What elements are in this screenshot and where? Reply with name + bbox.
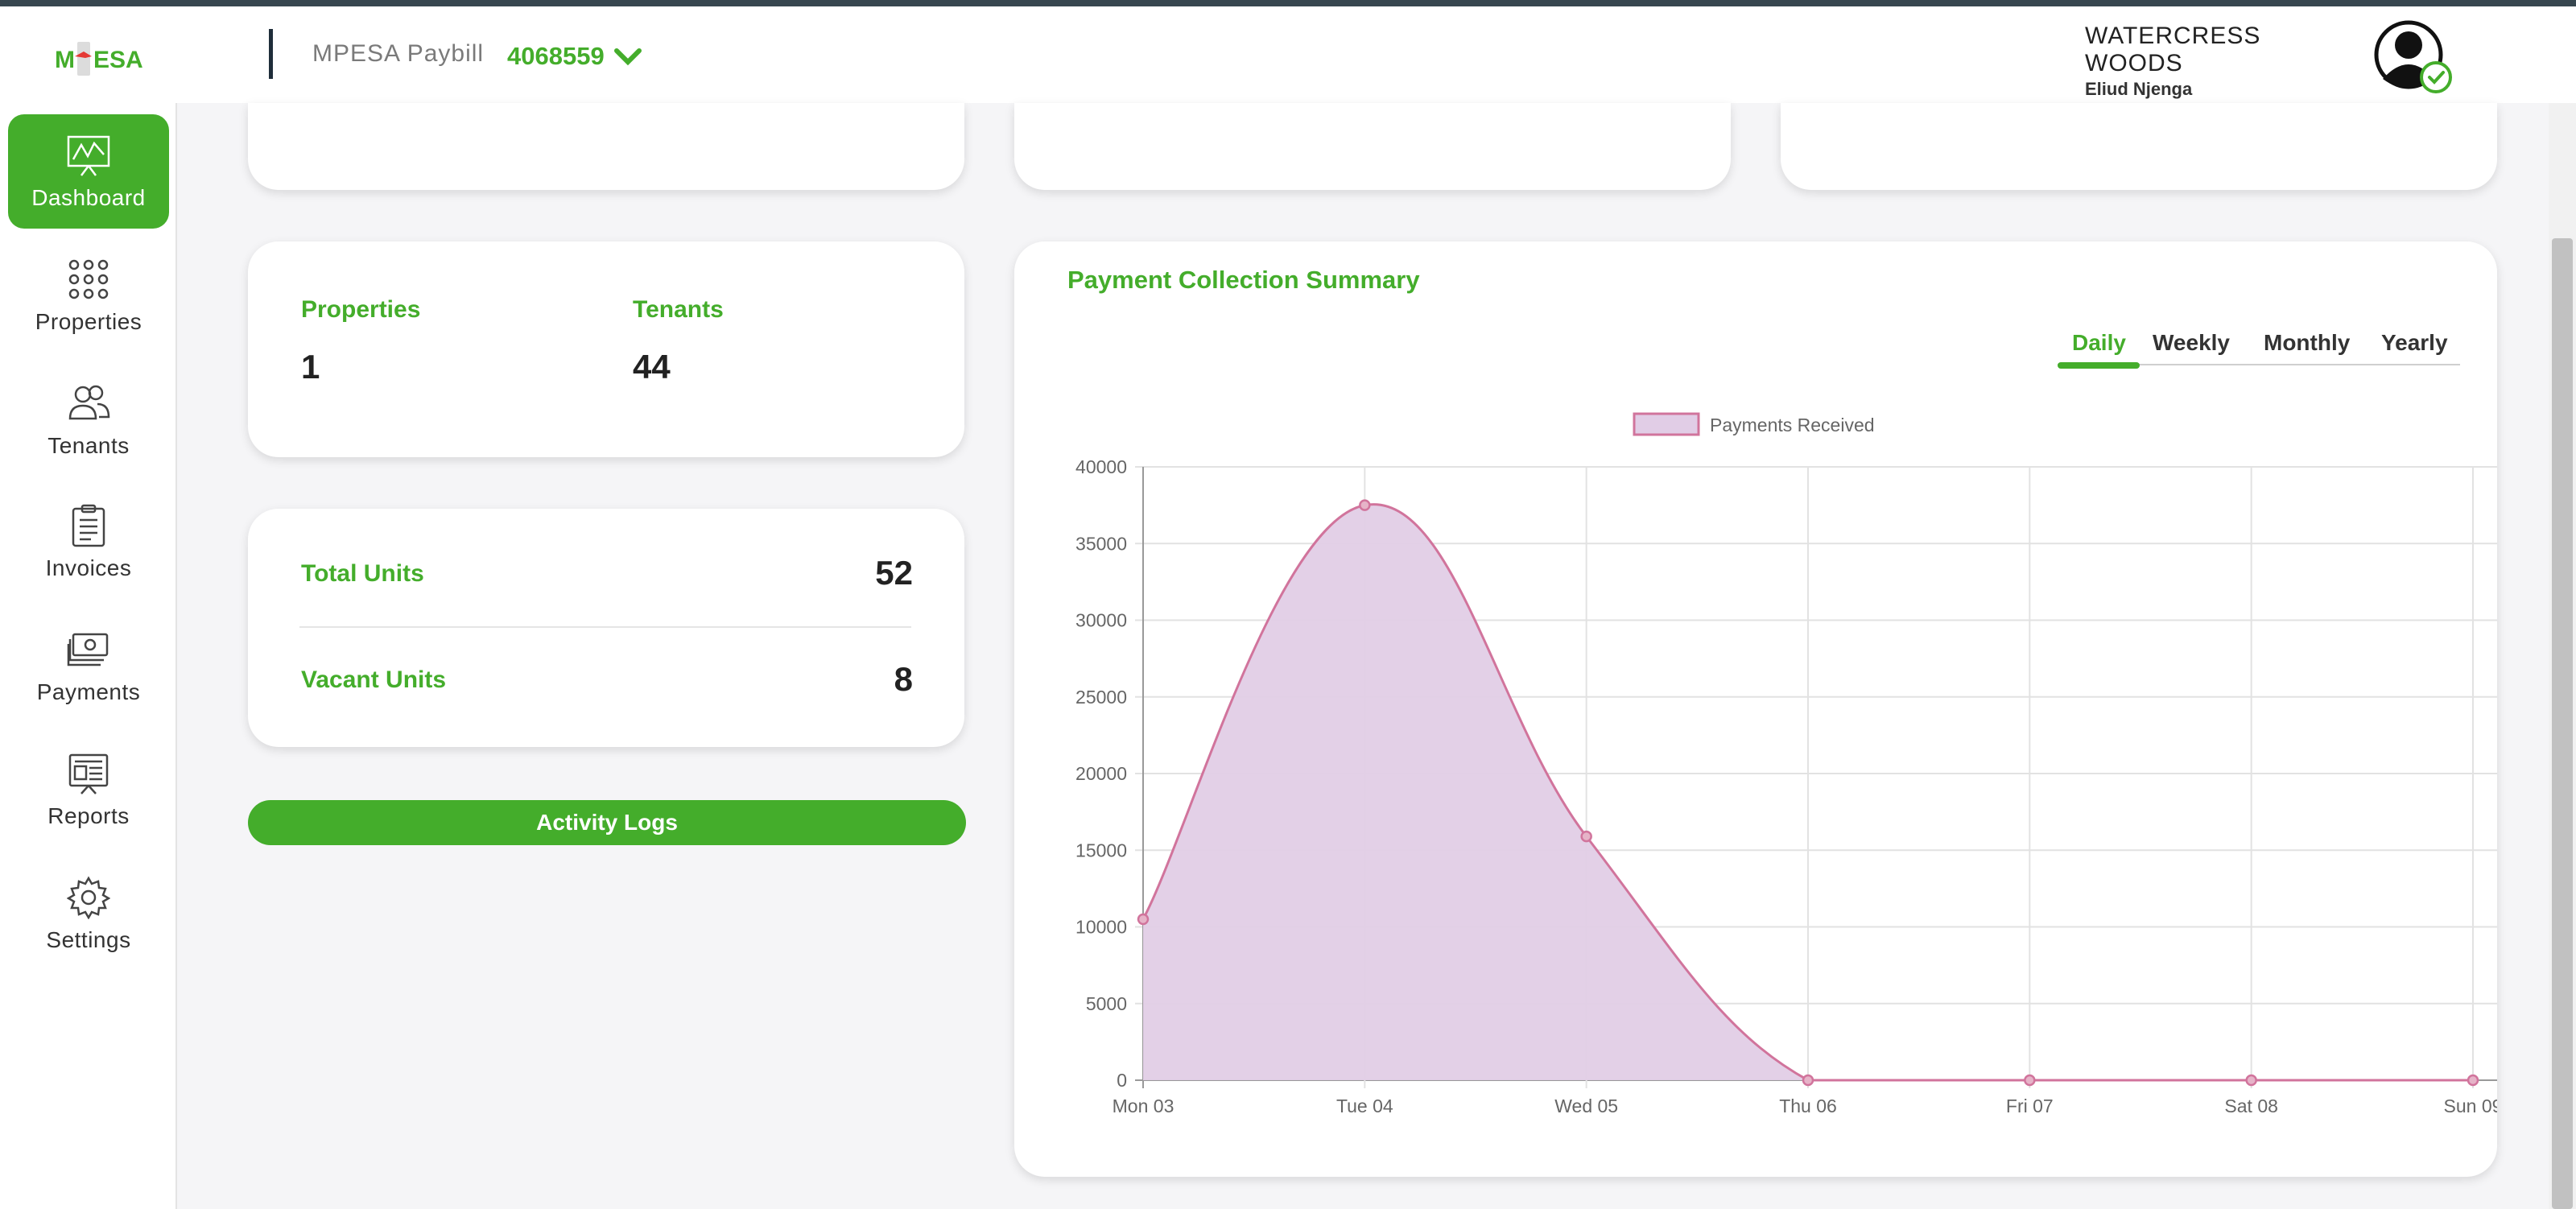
payments-chart: 0 5000 10000 15000 20000 25000 30000 35000 40000… (1075, 412, 2497, 1116)
units-card: Total Units 52 Vacant Units 8 (248, 509, 964, 747)
data-point (1359, 499, 1371, 511)
window-top-bar (0, 0, 2576, 6)
data-point (1802, 1074, 1814, 1087)
sidebar-item-tenants[interactable]: Tenants (8, 362, 169, 477)
sidebar-item-label: Payments (36, 679, 141, 704)
legend-swatch (1633, 412, 1700, 436)
sidebar-item-settings[interactable]: Settings (8, 856, 169, 971)
properties-label: Properties (301, 296, 421, 323)
sidebar-item-dashboard[interactable]: Dashboard (8, 114, 169, 229)
avatar[interactable] (2372, 18, 2455, 101)
tenants-label: Tenants (633, 296, 724, 323)
cash-icon (67, 633, 109, 666)
gear-icon (67, 876, 110, 919)
sidebar-item-label: Dashboard (31, 185, 146, 210)
total-units-label: Total Units (301, 560, 424, 587)
activity-logs-button[interactable]: Activity Logs (248, 800, 966, 845)
scrollbar-thumb[interactable] (2552, 238, 2573, 1209)
x-tick-label: Tue 04 (1336, 1096, 1393, 1116)
sidebar-item-reports[interactable]: Reports (8, 732, 169, 847)
sidebar-item-label: Tenants (47, 433, 130, 458)
sidebar-item-properties[interactable]: Properties (8, 238, 169, 353)
y-tick-label: 15000 (1075, 840, 1127, 860)
legend-label: Payments Received (1710, 415, 1875, 435)
chevron-down-icon (613, 48, 642, 66)
properties-tenants-card: Properties 1 Tenants 44 (248, 241, 964, 457)
x-tick-label: Thu 06 (1779, 1096, 1837, 1116)
y-tick-label: 20000 (1075, 763, 1127, 784)
y-tick-label: 0 (1117, 1070, 1127, 1091)
header-divider (269, 29, 273, 79)
users-icon (68, 385, 110, 420)
total-units-value: 52 (875, 554, 913, 592)
header: M ESA MPESA Paybill 4068559 WATERCRESS W… (0, 6, 2576, 136)
summary-card-2 (1014, 103, 1731, 190)
x-tick-label: Sat 08 (2224, 1096, 2278, 1116)
vacant-units-value: 8 (894, 660, 913, 698)
sidebar-item-label: Invoices (45, 555, 132, 580)
x-tick-label: Fri 07 (2006, 1096, 2054, 1116)
paybill-selector[interactable]: 4068559 (507, 42, 642, 71)
paybill-number: 4068559 (507, 42, 605, 70)
summary-card-3 (1781, 103, 2497, 190)
y-tick-label: 30000 (1075, 610, 1127, 631)
x-tick-label: Sun 09 (2444, 1096, 2497, 1116)
sidebar-item-label: Properties (35, 309, 142, 334)
summary-card-1 (248, 103, 964, 190)
payment-summary-card: Payment Collection Summary Daily Weekly … (1014, 241, 2497, 1177)
paybill-label: MPESA Paybill (312, 40, 485, 67)
sidebar-item-invoices[interactable]: Invoices (8, 485, 169, 599)
sidebar-item-payments[interactable]: Payments (8, 609, 169, 723)
dashboard-icon (67, 135, 110, 176)
y-tick-label: 10000 (1075, 917, 1127, 938)
y-tick-label: 40000 (1075, 456, 1127, 477)
grid-dots-icon (68, 259, 109, 299)
svg-text:M: M (55, 47, 75, 73)
document-icon (72, 504, 105, 547)
sidebar: Dashboard Properties Tenants Invoices Pa… (0, 103, 177, 1209)
account-org: WATERCRESS WOODS (2085, 23, 2261, 76)
svg-text:ESA: ESA (93, 47, 143, 73)
sidebar-item-label: Reports (47, 803, 130, 828)
sidebar-item-label: Settings (46, 927, 131, 952)
data-point (1580, 830, 1592, 843)
tenants-value: 44 (633, 348, 671, 386)
data-point (2467, 1074, 2479, 1087)
x-tick-label: Mon 03 (1113, 1096, 1174, 1116)
data-point (2245, 1074, 2257, 1087)
y-tick-label: 35000 (1075, 533, 1127, 554)
data-point (1137, 913, 1150, 926)
x-tick-label: Wed 05 (1554, 1096, 1618, 1116)
data-point (2024, 1074, 2036, 1087)
mpesa-logo[interactable]: M ESA (53, 35, 161, 84)
properties-value: 1 (301, 348, 320, 386)
vacant-units-label: Vacant Units (301, 666, 447, 693)
y-tick-label: 5000 (1086, 993, 1127, 1014)
y-tick-label: 25000 (1075, 687, 1127, 708)
report-icon (68, 753, 109, 794)
units-divider (299, 626, 911, 628)
